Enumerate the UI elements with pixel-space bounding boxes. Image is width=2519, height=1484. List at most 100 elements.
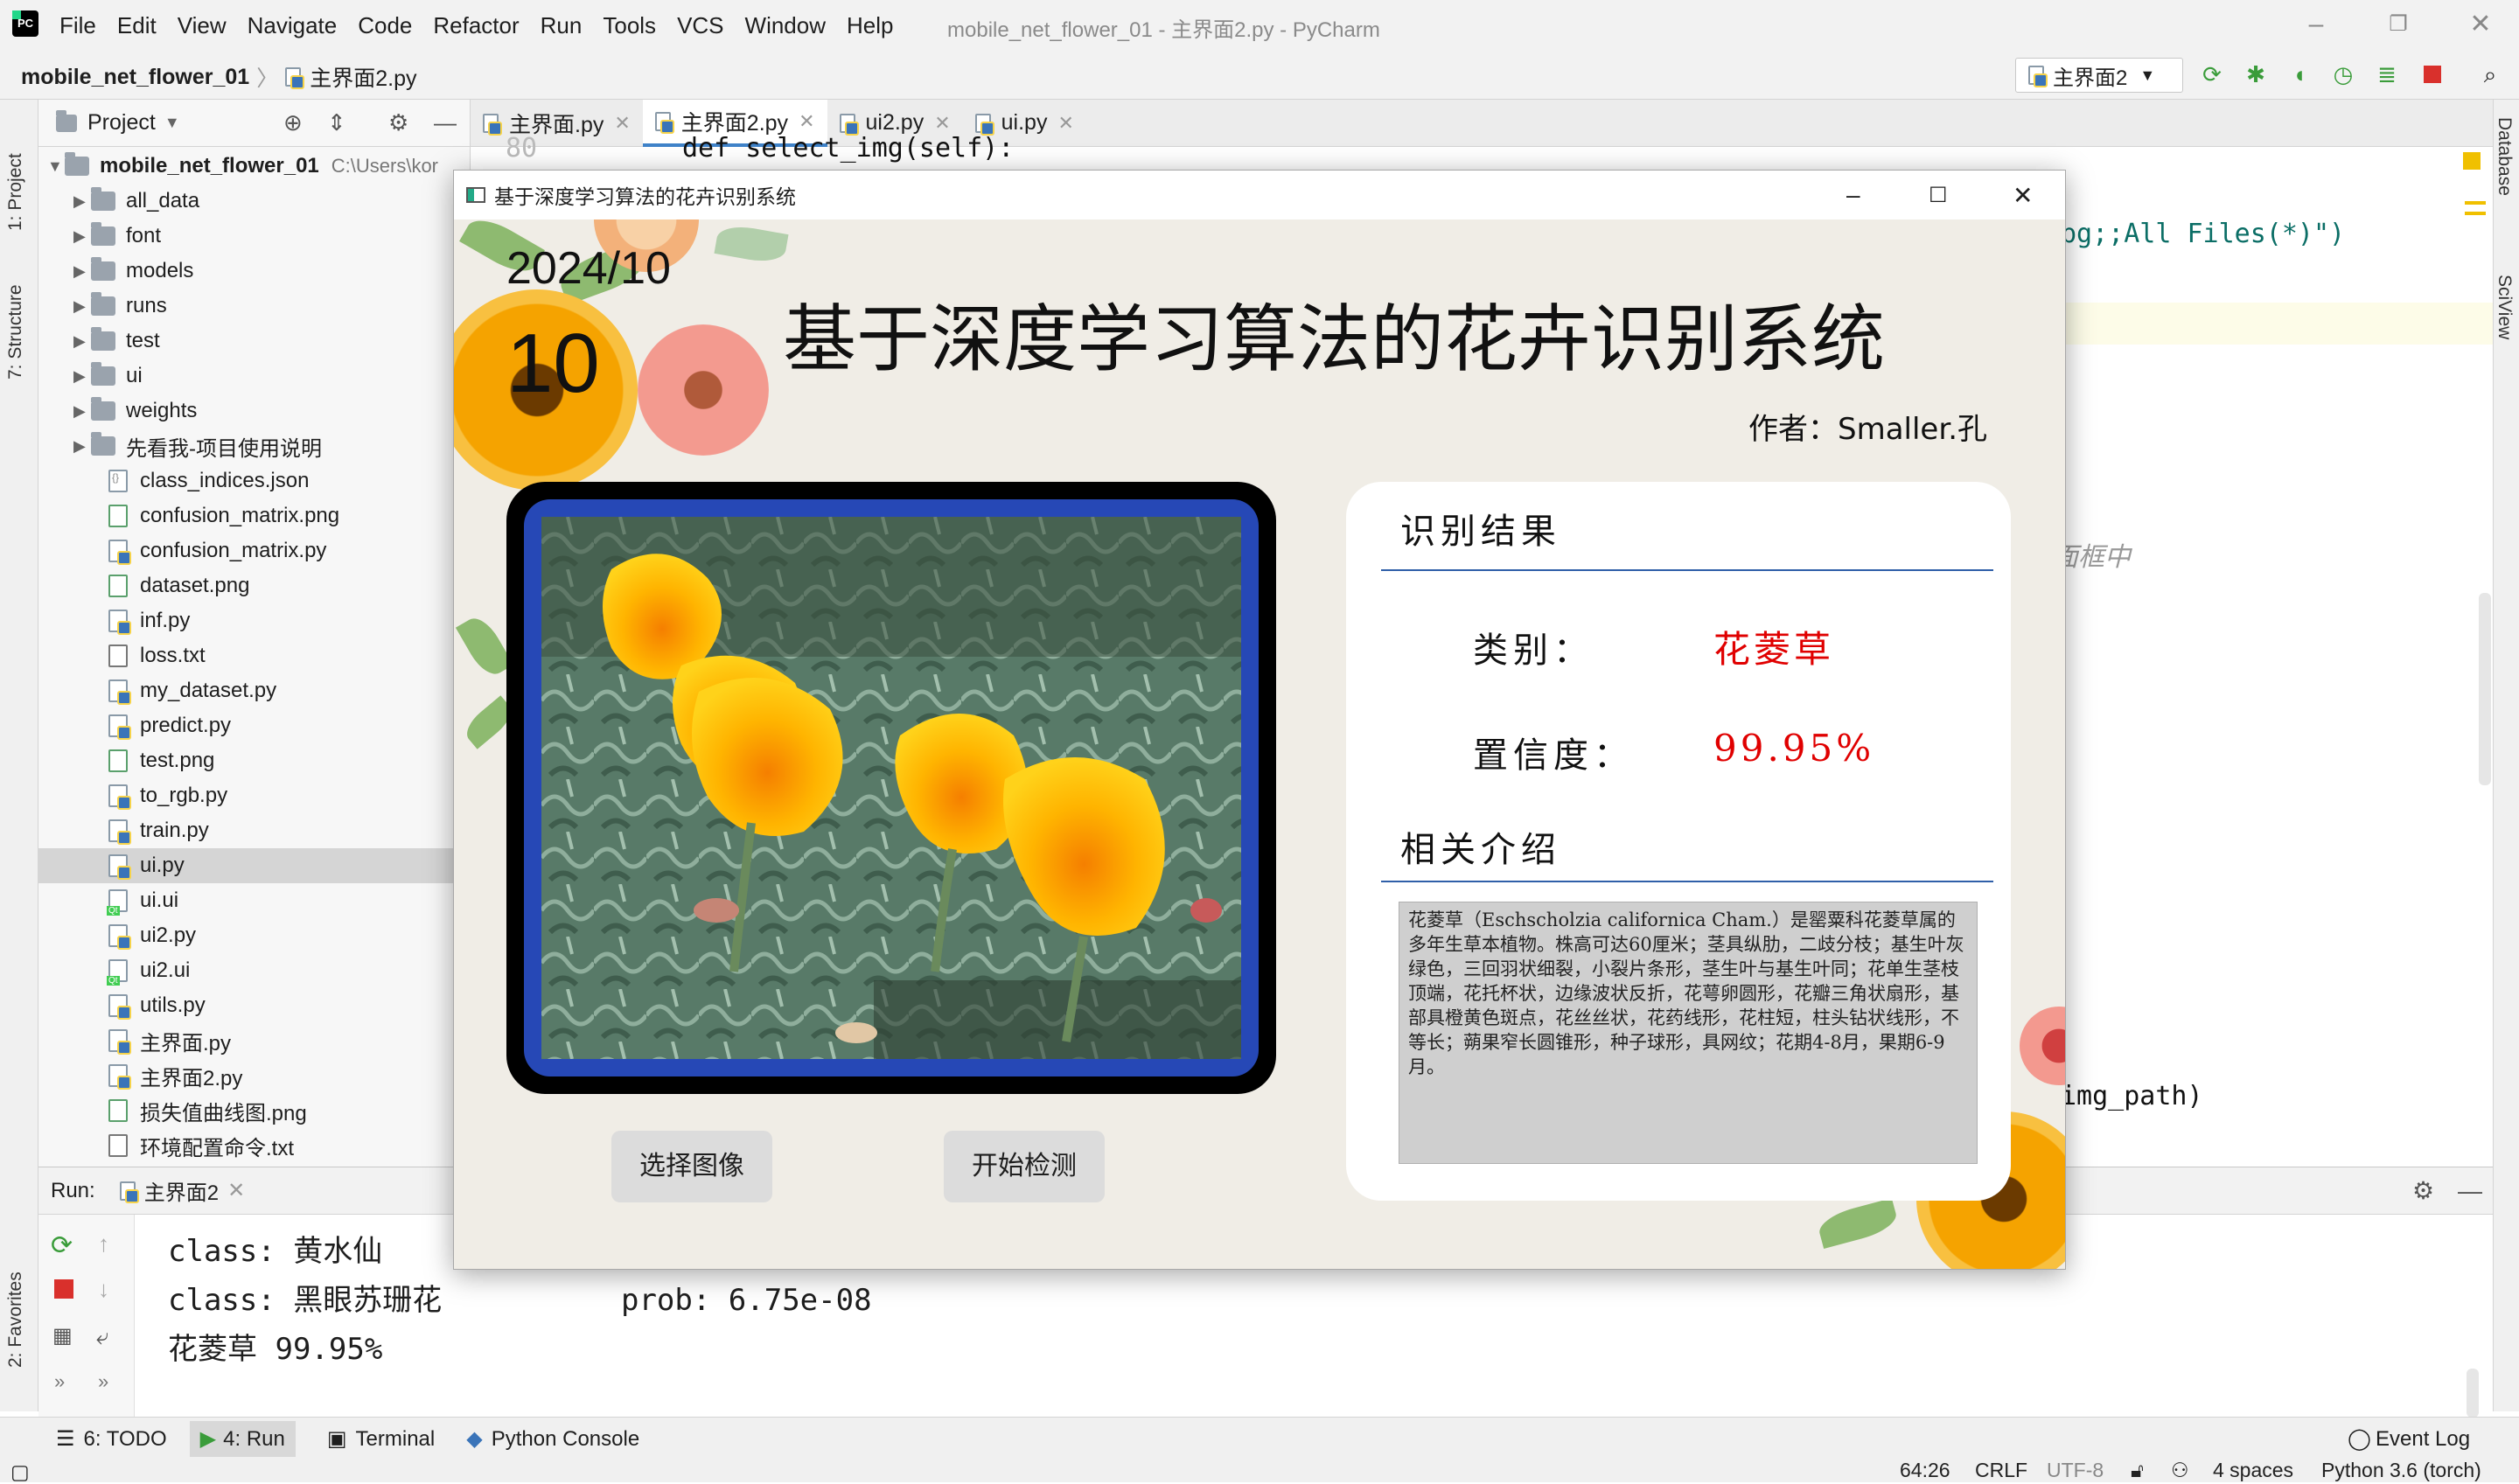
menu-code[interactable]: Code (358, 12, 412, 39)
more-icon[interactable]: » (98, 1370, 108, 1393)
chevron-right-icon[interactable]: ▶ (73, 367, 91, 386)
run-tab-label[interactable]: 主界面2 (144, 1175, 219, 1206)
tree-folder[interactable]: ▶ runs (38, 289, 471, 324)
stop-icon[interactable] (54, 1279, 73, 1299)
tree-file[interactable]: loss.txt (38, 638, 471, 673)
intro-text-box[interactable]: 花菱草（Eschscholzia californica Cham.）是罂粟科花… (1399, 902, 1978, 1164)
menu-refactor[interactable]: Refactor (433, 12, 519, 39)
project-tool-tab[interactable]: 1: Project (5, 153, 26, 231)
tree-file[interactable]: 主界面.py (38, 1023, 471, 1058)
gear-icon[interactable]: ⚙ (2412, 1176, 2434, 1205)
coverage-icon[interactable]: ◖ (2286, 61, 2313, 87)
tree-file[interactable]: confusion_matrix.py (38, 533, 471, 568)
tree-folder[interactable]: ▶ ui (38, 359, 471, 394)
layout-icon[interactable]: ▦ (52, 1323, 73, 1348)
line-separator[interactable]: CRLF (1975, 1459, 2027, 1482)
close-tab-icon[interactable]: ✕ (614, 112, 630, 135)
database-tool-tab[interactable]: Database (2494, 117, 2515, 196)
menu-help[interactable]: Help (847, 12, 893, 39)
tree-file[interactable]: inf.py (38, 603, 471, 638)
menu-navigate[interactable]: Navigate (248, 12, 338, 39)
run-tool-tab[interactable]: ▶ 4: Run (189, 1421, 296, 1457)
error-stripe-mark[interactable] (2465, 212, 2486, 215)
soft-wrap-icon[interactable]: ⤶ (96, 1323, 109, 1351)
warning-marker-icon[interactable] (2463, 152, 2481, 170)
close-tab-icon[interactable]: ✕ (934, 112, 950, 135)
menu-tools[interactable]: Tools (603, 12, 656, 39)
more-icon[interactable]: » (54, 1370, 65, 1393)
tree-folder[interactable]: ▶ test (38, 324, 471, 359)
lock-icon[interactable]: 🔓︎ (2131, 1459, 2144, 1482)
menu-run[interactable]: Run (541, 12, 583, 39)
down-arrow-icon[interactable]: ↓ (98, 1276, 109, 1303)
tree-file[interactable]: dataset.png (38, 568, 471, 603)
tree-folder[interactable]: ▶ models (38, 254, 471, 289)
tree-file[interactable]: 环境配置命令.txt (38, 1128, 471, 1163)
caret-position[interactable]: 64:26 (1900, 1459, 1950, 1482)
chevron-right-icon[interactable]: ▶ (73, 332, 91, 351)
hide-icon[interactable]: — (2458, 1177, 2482, 1205)
tree-file[interactable]: predict.py (38, 708, 471, 743)
search-icon[interactable]: ⌕ (2477, 61, 2503, 87)
structure-tool-tab[interactable]: 7: Structure (5, 284, 26, 380)
app-minimize-icon[interactable]: – (1846, 181, 1860, 209)
close-tab-icon[interactable]: ✕ (1057, 112, 1073, 135)
event-log-tab[interactable]: Event Log (2376, 1427, 2470, 1452)
chevron-right-icon[interactable]: ▶ (73, 402, 91, 421)
editor-scrollbar[interactable] (2479, 593, 2491, 785)
gear-icon[interactable]: ⚙ (388, 109, 408, 136)
tree-file[interactable]: my_dataset.py (38, 673, 471, 708)
close-tab-icon[interactable]: ✕ (227, 1178, 245, 1203)
tree-folder[interactable]: ▶ 先看我-项目使用说明 (38, 428, 471, 463)
tree-file[interactable]: class_indices.json (38, 463, 471, 498)
close-icon[interactable]: ✕ (2463, 9, 2498, 40)
chevron-down-icon[interactable]: ▼ (47, 157, 65, 176)
app-close-icon[interactable]: ✕ (2013, 181, 2033, 210)
menu-vcs[interactable]: VCS (677, 12, 723, 39)
tree-file[interactable]: train.py (38, 813, 471, 848)
tree-file[interactable]: to_rgb.py (38, 778, 471, 813)
editor-tab[interactable]: 主界面.py ✕ (471, 100, 643, 147)
rerun-icon[interactable]: ⟳ (51, 1230, 73, 1261)
breadcrumb-file[interactable]: 主界面2.py (310, 61, 416, 93)
tree-folder[interactable]: ▶ all_data (38, 184, 471, 219)
rerun-icon[interactable]: ⟳ (2199, 61, 2225, 87)
profile-icon[interactable]: ◷ (2330, 61, 2356, 87)
tree-file[interactable]: ui.py (38, 848, 471, 883)
chevron-right-icon[interactable]: ▶ (73, 437, 91, 456)
tree-file[interactable]: confusion_matrix.png (38, 498, 471, 533)
menu-edit[interactable]: Edit (117, 12, 157, 39)
menu-window[interactable]: Window (745, 12, 826, 39)
select-image-button[interactable]: 选择图像 (611, 1131, 772, 1202)
terminal-tab[interactable]: Terminal (356, 1427, 436, 1452)
tree-file[interactable]: 主界面2.py (38, 1058, 471, 1093)
file-encoding[interactable]: UTF-8 (2047, 1459, 2104, 1482)
chevron-right-icon[interactable]: ▶ (73, 192, 91, 211)
chevron-right-icon[interactable]: ▶ (73, 297, 91, 316)
tree-file[interactable]: test.png (38, 743, 471, 778)
locate-icon[interactable]: ⊕ (283, 109, 303, 136)
chevron-right-icon[interactable]: ▶ (73, 262, 91, 281)
console-scrollbar[interactable] (2467, 1369, 2479, 1418)
chevron-down-icon[interactable]: ▼ (164, 114, 180, 132)
tree-file[interactable]: utils.py (38, 988, 471, 1023)
error-stripe-mark[interactable] (2465, 201, 2486, 205)
stop-icon[interactable] (2419, 61, 2446, 87)
up-arrow-icon[interactable]: ↑ (98, 1230, 109, 1258)
tree-root[interactable]: ▼ mobile_net_flower_01 C:\Users\kor (38, 149, 471, 184)
start-detection-button[interactable]: 开始检测 (944, 1131, 1105, 1202)
status-square-icon[interactable]: ▢ (10, 1460, 30, 1484)
todo-tab[interactable]: 6: TODO (84, 1427, 167, 1452)
concurrency-icon[interactable]: ≣ (2374, 61, 2400, 87)
sciview-tool-tab[interactable]: SciView (2494, 275, 2515, 339)
favorites-tool-tab[interactable]: 2: Favorites (5, 1272, 26, 1368)
app-maximize-icon[interactable]: ☐ (1929, 183, 1948, 208)
debug-icon[interactable]: ✱ (2243, 61, 2269, 87)
tree-folder[interactable]: ▶ weights (38, 394, 471, 428)
collapse-all-icon[interactable]: ⇕ (327, 109, 346, 136)
restore-icon[interactable]: ❐ (2381, 9, 2416, 40)
indent-setting[interactable]: 4 spaces (2213, 1459, 2293, 1482)
run-config-dropdown[interactable]: 主界面2 ▼ (2015, 58, 2183, 93)
project-panel-title[interactable]: Project (87, 110, 156, 136)
hide-icon[interactable]: — (434, 109, 457, 136)
